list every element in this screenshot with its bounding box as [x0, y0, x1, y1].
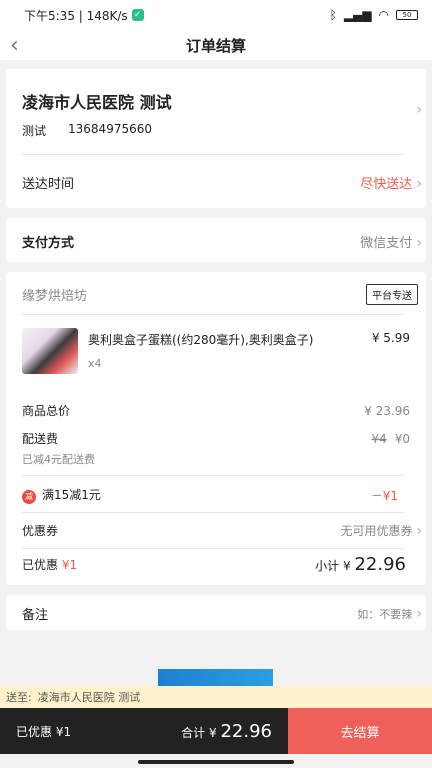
divider: [22, 154, 404, 155]
order-card: 缘梦烘焙坊 平台专送 奥利奥盒子蛋糕((约280毫升),奥利奥盒子) ¥ 5.9…: [6, 272, 426, 585]
product-price: ¥ 5.99: [371, 331, 410, 345]
checkout-bar: 已优惠 ¥1 合计 ¥ 22.96 去结算: [0, 708, 432, 754]
checkout-summary: 已优惠 ¥1 合计 ¥ 22.96: [0, 708, 288, 754]
goods-total-label: 商品总价: [22, 404, 71, 418]
nav-bar: ‹ 订单结算: [0, 30, 432, 60]
divider: [22, 512, 404, 513]
address-name: 凌海市人民医院 测试: [22, 93, 172, 112]
back-icon[interactable]: ‹: [10, 33, 19, 58]
delivery-time-row[interactable]: 送达时间 尽快送达 ›: [22, 173, 422, 192]
status-bar: 下午5:35 | 148K/s ✓ ᛒ ▂▄▆ ◠ 50: [0, 0, 432, 30]
delivery-fee-value: ¥0: [394, 431, 410, 446]
divider: [22, 548, 404, 549]
product-image: [22, 328, 78, 374]
promo-label: 满15减1元: [42, 488, 101, 502]
goods-total-row: 商品总价 ¥ 23.96: [22, 402, 410, 419]
bottom-saved: 已优惠 ¥1: [16, 724, 72, 739]
remark-chevron-icon: ›: [416, 605, 422, 622]
shop-name: 缘梦烘焙坊: [22, 289, 88, 304]
battery-icon: 50: [396, 10, 418, 20]
divider: [22, 475, 404, 476]
status-right: ᛒ ▂▄▆ ◠ 50: [330, 8, 418, 22]
remark-input[interactable]: 如：不要辣: [357, 608, 412, 621]
delivery-value: 尽快送达: [360, 177, 413, 192]
delivery-fee-original: ¥4: [371, 431, 387, 446]
contact-phone: 13684975660: [68, 122, 152, 136]
status-left: 下午5:35 | 148K/s ✓: [24, 7, 144, 24]
product-qty: x4: [88, 357, 102, 370]
check-icon: ✓: [131, 9, 144, 21]
payment-row[interactable]: 支付方式 微信支付 ›: [22, 232, 422, 251]
ship-to-address: 凌海市人民医院 测试: [37, 691, 141, 704]
page-title: 订单结算: [185, 36, 246, 55]
remark-card[interactable]: 备注 如：不要辣 ›: [6, 595, 426, 630]
promo-row: 减满15减1元 －¥1: [22, 486, 398, 504]
bluetooth-icon: ᛒ: [329, 8, 337, 22]
coupon-row[interactable]: 优惠券 无可用优惠券 ›: [22, 522, 422, 539]
promo-badge-icon: 减: [22, 490, 36, 504]
remark-row[interactable]: 备注 如：不要辣 ›: [22, 604, 422, 624]
subtotal-label: 小计: [315, 559, 340, 573]
subtotal-row: 已优惠 ¥1 小计 ¥ 22.96: [22, 554, 406, 575]
product-name: 奥利奥盒子蛋糕((约280毫升),奥利奥盒子): [88, 333, 314, 347]
delivery-tag: 平台专送: [366, 284, 418, 305]
wifi-icon: ◠: [378, 8, 389, 22]
ad-banner[interactable]: [158, 669, 273, 687]
delivery-label: 送达时间: [22, 177, 75, 192]
shop-row: 缘梦烘焙坊 平台专送: [22, 284, 418, 305]
address-chevron-icon[interactable]: ›: [416, 102, 422, 118]
goods-total-value: ¥ 23.96: [364, 403, 410, 418]
saved-label: 已优惠: [22, 558, 59, 572]
promo-value: －¥1: [370, 488, 398, 503]
address-contact: 测试 13684975660: [22, 122, 152, 139]
bottom-total-value: 22.96: [220, 720, 272, 742]
payment-value: 微信支付: [360, 236, 413, 251]
ship-to-label: 送至:: [6, 691, 32, 704]
coupon-value: 无可用优惠券: [340, 524, 413, 538]
contact-name: 测试: [22, 124, 47, 138]
subtotal-value: 22.96: [354, 554, 406, 575]
ship-to-bar: 送至: 凌海市人民医院 测试: [0, 686, 432, 708]
saved-value: ¥1: [61, 558, 78, 572]
payment-chevron-icon: ›: [416, 235, 422, 251]
delivery-chevron-icon: ›: [416, 176, 422, 192]
delivery-fee-label: 配送费: [22, 432, 59, 446]
subtotal-currency: ¥: [343, 559, 351, 573]
home-indicator[interactable]: [138, 760, 294, 764]
remark-label: 备注: [22, 608, 49, 623]
coupon-chevron-icon: ›: [416, 523, 422, 539]
payment-card[interactable]: 支付方式 微信支付 ›: [6, 218, 426, 262]
bottom-total-currency: ¥: [209, 725, 217, 740]
delivery-fee-row: 配送费 ¥4 ¥0: [22, 430, 410, 447]
bottom-total-label: 合计: [181, 725, 206, 740]
address-card: 凌海市人民医院 测试 测试 13684975660 › 送达时间 尽快送达 ›: [6, 69, 426, 208]
coupon-label: 优惠券: [22, 524, 59, 538]
divider: [22, 314, 404, 315]
signal-icon: ▂▄▆: [343, 8, 372, 22]
payment-label: 支付方式: [22, 236, 75, 251]
status-time: 下午5:35 | 148K/s: [24, 8, 128, 23]
checkout-button[interactable]: 去结算: [288, 708, 432, 754]
delivery-discount-note: 已减4元配送费: [22, 453, 95, 466]
